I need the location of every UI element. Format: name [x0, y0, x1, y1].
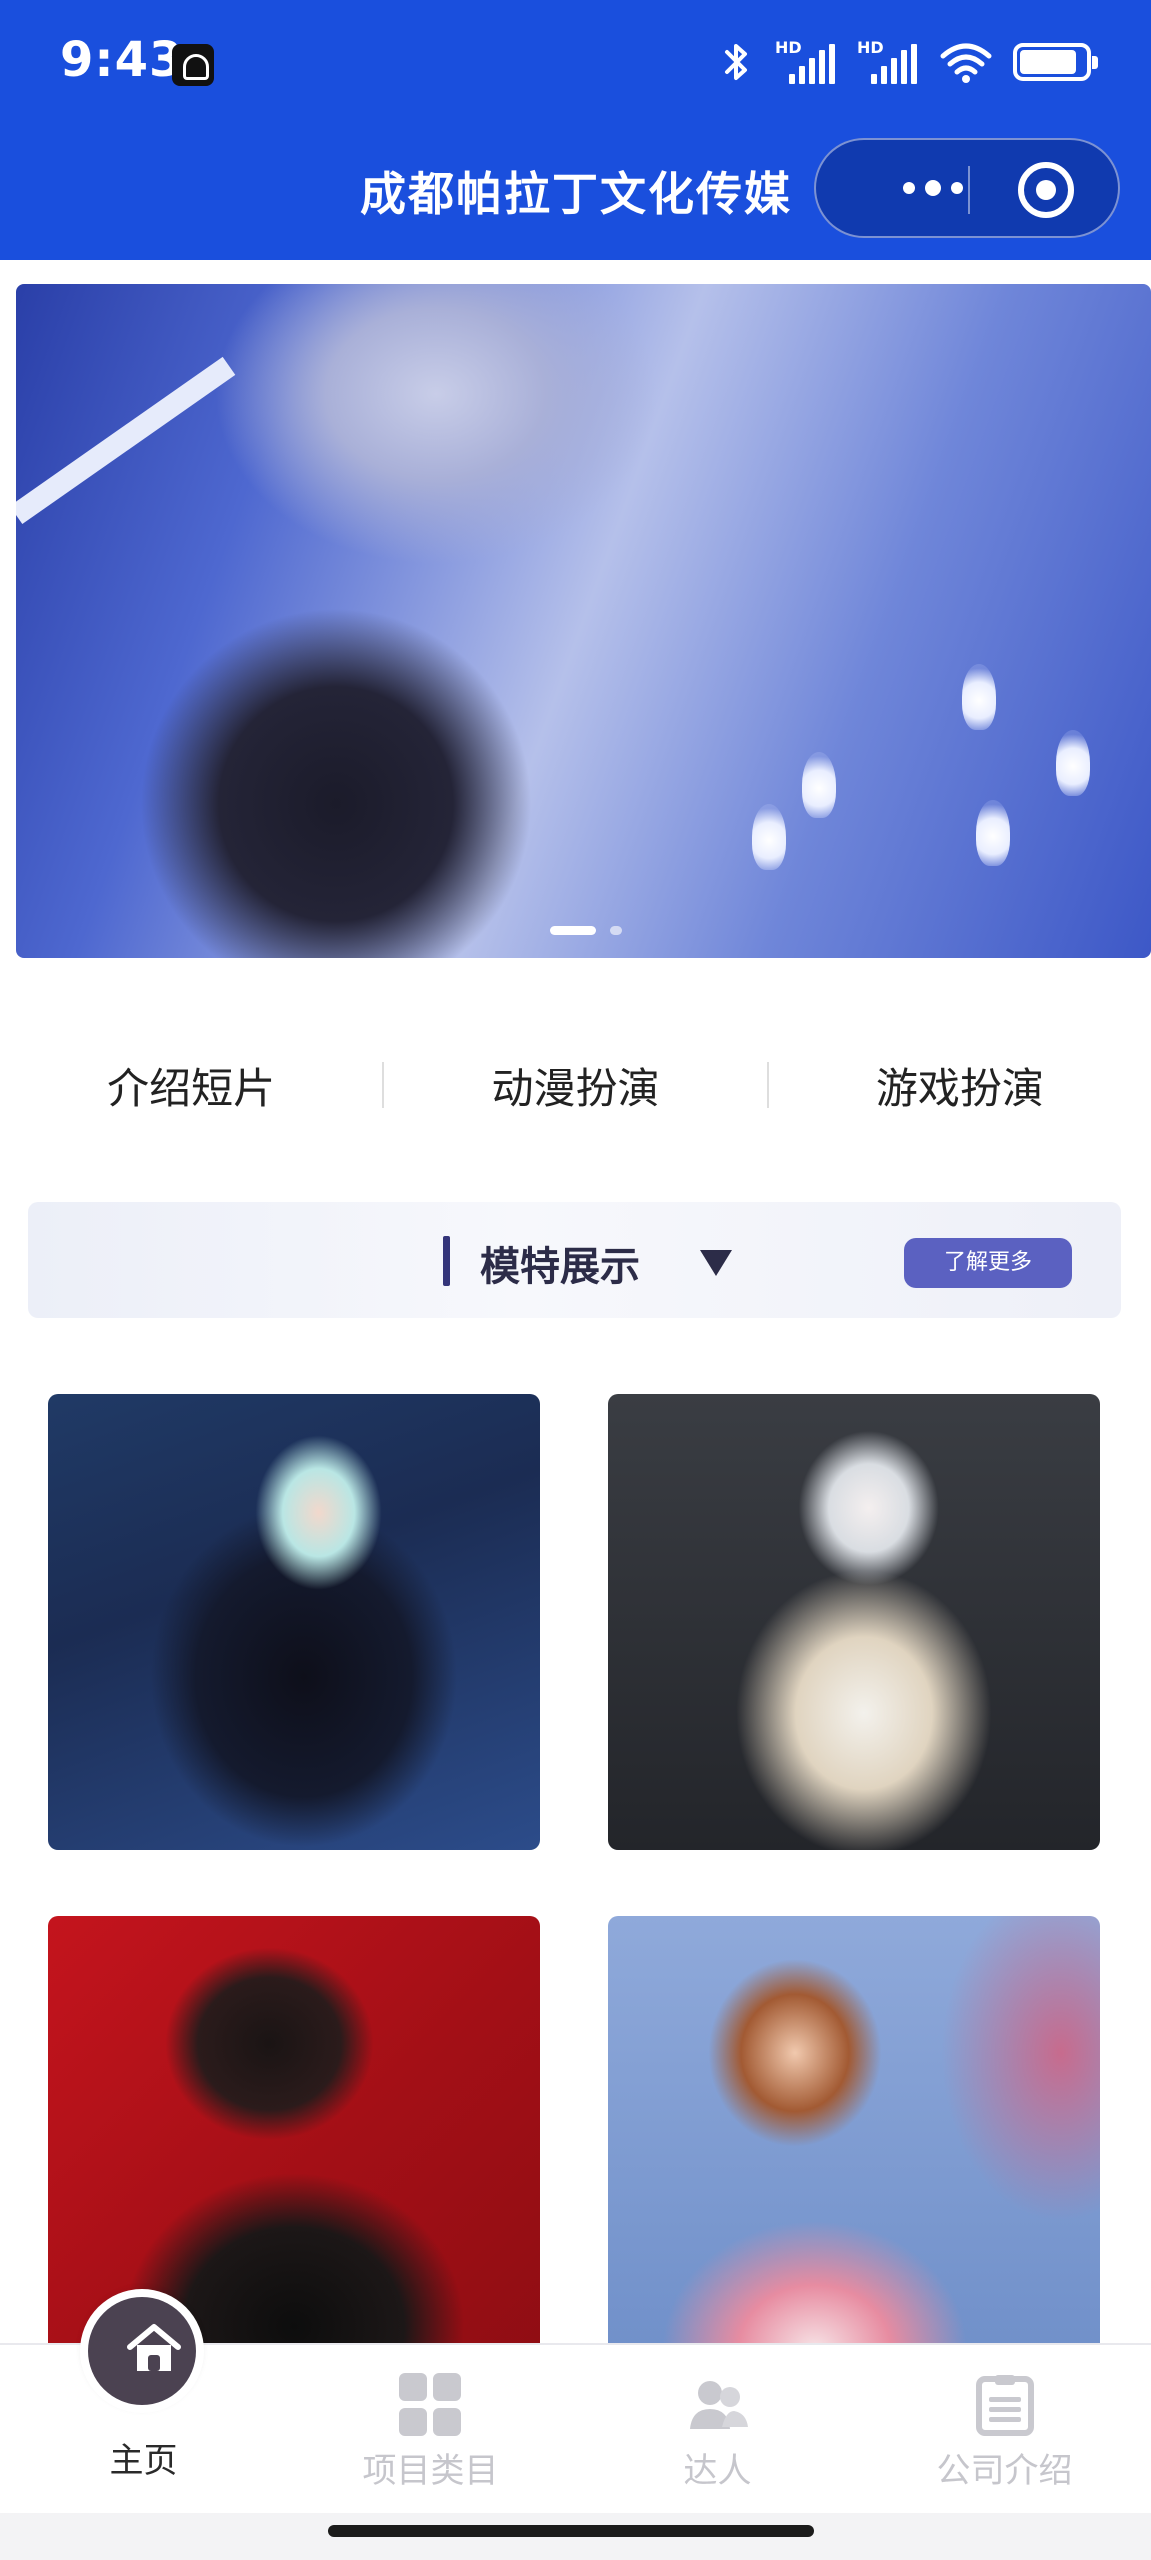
banner-decor: [962, 664, 996, 730]
model-photo-2[interactable]: [608, 1394, 1100, 1850]
header-bar: 9:43 HD HD 成都帕拉丁文化传媒: [0, 0, 1151, 260]
document-icon: [976, 2375, 1034, 2436]
bottom-tab-bar: 主页 项目类目 达人 公司介绍: [0, 2289, 1151, 2515]
tab-label: 主页: [109, 2441, 178, 2481]
section-header: 模特展示 了解更多: [28, 1202, 1121, 1318]
app-notification-icon: [172, 44, 214, 86]
home-indicator[interactable]: [328, 2525, 814, 2537]
banner-decor: [16, 356, 236, 525]
tab-label: 公司介绍: [936, 2451, 1073, 2491]
signal-icon: HD: [775, 38, 837, 84]
tab-home[interactable]: 主页: [0, 2289, 287, 2515]
wifi-icon: [939, 40, 993, 84]
banner-decor: [1056, 730, 1090, 796]
bluetooth-icon: [719, 38, 755, 86]
banner-decor: [802, 752, 836, 818]
tab-categories[interactable]: 项目类目: [287, 2345, 574, 2515]
tab-label: 达人: [683, 2451, 752, 2491]
app-screen: 9:43 HD HD 成都帕拉丁文化传媒 介绍短片 动漫扮演 游戏扮演 模特展示…: [0, 0, 1151, 2560]
home-button-bubble[interactable]: [80, 2289, 204, 2413]
miniapp-capsule: [814, 138, 1120, 238]
tab-company[interactable]: 公司介绍: [861, 2345, 1148, 2515]
carousel-dot[interactable]: [610, 926, 622, 935]
tab-label: 项目类目: [362, 2451, 499, 2491]
status-icons: HD HD: [719, 38, 1098, 86]
hero-banner-image[interactable]: [16, 284, 1151, 958]
banner-decor: [976, 800, 1010, 866]
capsule-divider: [968, 166, 970, 214]
more-dots-icon[interactable]: [858, 140, 1008, 236]
carousel-indicator[interactable]: [550, 926, 622, 935]
grid-icon: [399, 2373, 463, 2437]
section-title: 模特展示: [480, 1244, 640, 1290]
home-icon: [127, 2324, 181, 2371]
category-anime-cosplay[interactable]: 动漫扮演: [384, 1055, 766, 1116]
carousel-dot-active[interactable]: [550, 926, 596, 935]
page-title: 成都帕拉丁文化传媒: [360, 167, 792, 221]
battery-icon: [1013, 43, 1098, 81]
category-intro-video[interactable]: 介绍短片: [0, 1055, 382, 1116]
learn-more-button[interactable]: 了解更多: [904, 1238, 1072, 1288]
tab-talent[interactable]: 达人: [574, 2345, 861, 2515]
model-photo-4[interactable]: [608, 1916, 1100, 2372]
section-accent-bar: [443, 1236, 450, 1286]
triangle-down-icon: [700, 1250, 732, 1276]
category-nav: 介绍短片 动漫扮演 游戏扮演: [0, 1030, 1151, 1140]
users-icon: [690, 2381, 748, 2429]
signal-icon-2: HD: [857, 38, 919, 84]
target-circle-icon[interactable]: [1018, 162, 1074, 218]
category-game-cosplay[interactable]: 游戏扮演: [769, 1055, 1151, 1116]
status-time: 9:43: [60, 32, 184, 88]
model-photo-1[interactable]: [48, 1394, 540, 1850]
banner-decor: [752, 804, 786, 870]
